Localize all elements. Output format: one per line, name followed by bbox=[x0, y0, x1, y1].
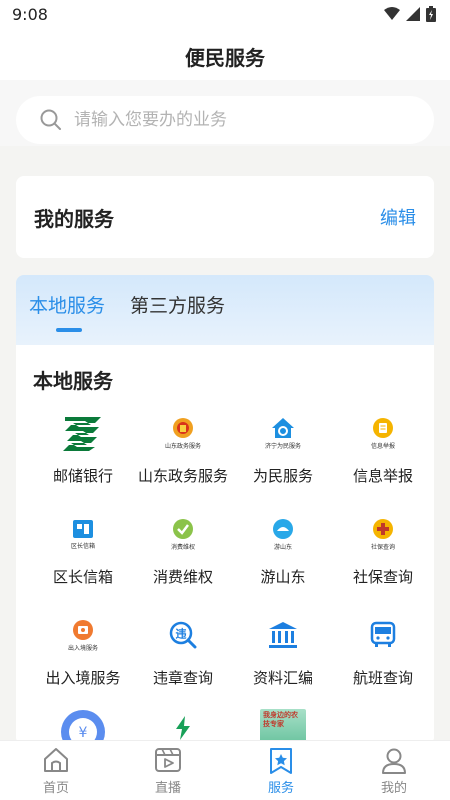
district-mailbox-icon: 区长信箱 bbox=[53, 508, 113, 560]
social-security-icon: 社保查询 bbox=[353, 508, 413, 560]
tabbar-label: 服务 bbox=[267, 781, 294, 796]
icon-caption: 信息举报 bbox=[370, 442, 395, 450]
battery-icon bbox=[426, 6, 436, 22]
service-label: 出入境服务 bbox=[45, 669, 121, 687]
jining-service-icon: 济宁为民服务 bbox=[253, 407, 313, 459]
service-label: 航班查询 bbox=[352, 669, 413, 687]
status-time: 9:08 bbox=[12, 5, 48, 24]
page-title: 便民服务 bbox=[185, 46, 265, 70]
icon-caption: 济宁为民服务 bbox=[264, 442, 301, 450]
service-postal-bank[interactable]: 邮储银行 bbox=[33, 407, 133, 497]
icon-caption: 区长信箱 bbox=[70, 542, 95, 550]
tabbar-label: 直播 bbox=[154, 781, 181, 796]
service-label: 消费维权 bbox=[152, 568, 213, 586]
search-box[interactable] bbox=[16, 96, 434, 144]
tabbar-service[interactable]: 服务 bbox=[225, 741, 337, 800]
wifi-icon bbox=[384, 7, 400, 20]
tabbar-profile[interactable]: 我的 bbox=[338, 741, 450, 800]
search-icon bbox=[40, 109, 61, 130]
service-archive[interactable]: 资料汇编 bbox=[233, 609, 333, 699]
service-label: 游山东 bbox=[260, 568, 306, 586]
signal-icon bbox=[406, 7, 420, 21]
tabbar-label: 首页 bbox=[42, 781, 69, 796]
search-input[interactable] bbox=[74, 96, 414, 144]
shandong-gov-icon: 山东政务服务 bbox=[153, 407, 213, 459]
tab-local-services[interactable]: 本地服务 bbox=[29, 291, 105, 318]
service-immigration[interactable]: 出入境服务 出入境服务 bbox=[33, 609, 133, 699]
service-label: 社保查询 bbox=[352, 568, 413, 586]
service-label: 邮储银行 bbox=[52, 467, 113, 485]
violation-query-icon: 违 bbox=[153, 609, 213, 661]
edit-button[interactable]: 编辑 bbox=[380, 204, 416, 230]
icon-caption: 游山东 bbox=[273, 543, 292, 551]
tabbar-label: 我的 bbox=[380, 781, 407, 796]
my-services-card: 我的服务 编辑 bbox=[16, 176, 434, 258]
status-bar: 9:08 bbox=[0, 0, 450, 30]
service-consumer-rights[interactable]: 消费维权 消费维权 bbox=[133, 508, 233, 598]
archive-icon bbox=[253, 609, 313, 661]
tour-shandong-icon: 游山东 bbox=[253, 508, 313, 560]
local-services-card: 本地服务 邮储银行 山东政务服务 山东政务服务 济宁为民服务 为民服务 信息举报… bbox=[16, 345, 434, 745]
consumer-rights-icon: 消费维权 bbox=[153, 508, 213, 560]
tab-active-indicator bbox=[56, 328, 82, 332]
postal-bank-icon bbox=[53, 407, 113, 459]
service-social-security[interactable]: 社保查询 社保查询 bbox=[333, 508, 433, 598]
service-violation-query[interactable]: 违 违章查询 bbox=[133, 609, 233, 699]
search-area bbox=[0, 80, 450, 146]
service-label: 违章查询 bbox=[152, 669, 213, 687]
local-services-title: 本地服务 bbox=[33, 369, 113, 393]
tab-third-party-services[interactable]: 第三方服务 bbox=[130, 291, 225, 318]
svg-text:¥: ¥ bbox=[79, 725, 88, 741]
immigration-icon: 出入境服务 bbox=[53, 609, 113, 661]
service-label: 信息举报 bbox=[352, 467, 413, 485]
icon-caption: 山东政务服务 bbox=[164, 442, 201, 450]
tabbar-home[interactable]: 首页 bbox=[0, 741, 112, 800]
farm-expert-banner: 我身边的农技专家 bbox=[260, 709, 306, 743]
service-flight-query[interactable]: 航班查询 bbox=[333, 609, 433, 699]
service-label: 为民服务 bbox=[252, 467, 313, 485]
service-star-icon bbox=[270, 748, 292, 774]
service-jining-for-people[interactable]: 济宁为民服务 为民服务 bbox=[233, 407, 333, 497]
profile-icon bbox=[382, 748, 406, 774]
service-label: 区长信箱 bbox=[52, 568, 113, 586]
tabbar-live[interactable]: 直播 bbox=[112, 741, 224, 800]
bus-icon bbox=[353, 609, 413, 661]
bottom-tab-bar: 首页 直播 服务 我的 bbox=[0, 740, 450, 800]
service-tour-shandong[interactable]: 游山东 游山东 bbox=[233, 508, 333, 598]
page-header: 便民服务 bbox=[0, 30, 450, 80]
service-label: 山东政务服务 bbox=[137, 467, 228, 485]
icon-caption: 我身边的农技专家 bbox=[263, 711, 298, 728]
live-video-icon bbox=[155, 748, 181, 772]
status-icons bbox=[384, 6, 436, 22]
my-services-title: 我的服务 bbox=[34, 207, 114, 231]
icon-caption: 社保查询 bbox=[370, 543, 395, 551]
service-label: 资料汇编 bbox=[252, 669, 313, 687]
service-info-report[interactable]: 信息举报 信息举报 bbox=[333, 407, 433, 497]
service-tabs: 本地服务 第三方服务 bbox=[16, 275, 434, 345]
home-icon bbox=[44, 748, 68, 772]
icon-caption: 出入境服务 bbox=[67, 644, 98, 652]
info-report-icon: 信息举报 bbox=[353, 407, 413, 459]
service-shandong-gov[interactable]: 山东政务服务 山东政务服务 bbox=[133, 407, 233, 497]
service-district-mailbox[interactable]: 区长信箱 区长信箱 bbox=[33, 508, 133, 598]
icon-caption: 消费维权 bbox=[170, 543, 195, 551]
svg-text:违: 违 bbox=[176, 627, 187, 641]
